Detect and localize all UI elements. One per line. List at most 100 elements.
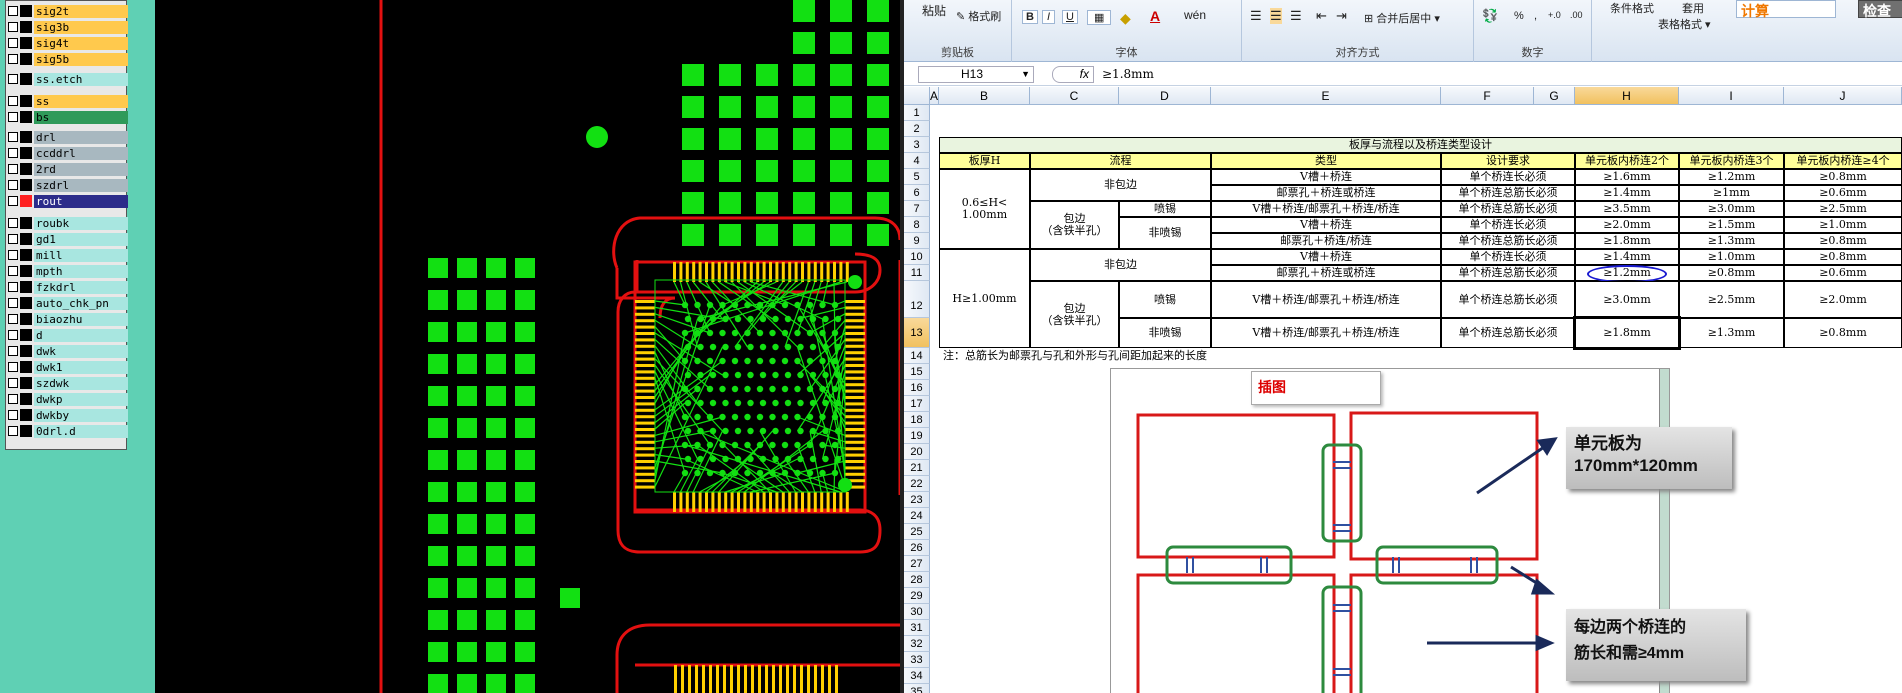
pcb-drawing[interactable]	[155, 0, 900, 693]
row-header[interactable]: 2	[904, 121, 930, 137]
column-header[interactable]: J	[1784, 87, 1902, 105]
header-cell[interactable]: 设计要求	[1441, 153, 1575, 169]
header-cell[interactable]: 板厚H	[939, 153, 1030, 169]
layer-color-swatch[interactable]	[20, 281, 32, 293]
value-cell[interactable]: ≥1mm	[1679, 185, 1784, 201]
process-cell[interactable]: 非喷锡	[1119, 217, 1211, 249]
layer-checkbox[interactable]	[8, 250, 18, 260]
value-cell[interactable]: ≥1.4mm	[1575, 249, 1679, 265]
row-header[interactable]: 30	[904, 604, 930, 620]
row-header[interactable]: 6	[904, 185, 930, 201]
layer-checkbox[interactable]	[8, 330, 18, 340]
process-cell[interactable]: 非喷锡	[1119, 318, 1211, 348]
note-cell[interactable]: 注：总筋长为邮票孔与孔和外形与孔间距加起来的长度	[939, 348, 1439, 364]
requirement-cell[interactable]: 单个桥连总筋长必须	[1441, 281, 1575, 318]
row-header[interactable]: 18	[904, 412, 930, 428]
layer-checkbox[interactable]	[8, 314, 18, 324]
layer-color-swatch[interactable]	[20, 409, 32, 421]
layer-checkbox[interactable]	[8, 282, 18, 292]
value-cell[interactable]: ≥0.8mm	[1784, 169, 1902, 185]
row-header[interactable]: 14	[904, 348, 930, 364]
requirement-cell[interactable]: 单个桥连总筋长必须	[1441, 233, 1575, 249]
row-header[interactable]: 16	[904, 380, 930, 396]
layer-color-swatch[interactable]	[20, 179, 32, 191]
column-header[interactable]: D	[1119, 87, 1211, 105]
layer-row[interactable]: dwkby	[8, 408, 128, 422]
requirement-cell[interactable]: 单个桥连总筋长必须	[1441, 185, 1575, 201]
column-header[interactable]: E	[1211, 87, 1441, 105]
layer-checkbox[interactable]	[8, 378, 18, 388]
layer-checkbox[interactable]	[8, 426, 18, 436]
type-cell[interactable]: V槽＋桥连/邮票孔＋桥连/桥连	[1211, 201, 1441, 217]
column-header[interactable]: A	[930, 87, 939, 105]
layer-row[interactable]: mill	[8, 248, 128, 262]
row-header[interactable]: 7	[904, 201, 930, 217]
row-header[interactable]: 29	[904, 588, 930, 604]
requirement-cell[interactable]: 单个桥连总筋长必须	[1441, 265, 1575, 281]
type-cell[interactable]: V槽＋桥连/邮票孔＋桥连/桥连	[1211, 281, 1441, 318]
requirement-cell[interactable]: 单个桥连长必须	[1441, 249, 1575, 265]
value-cell[interactable]: ≥1.6mm	[1575, 169, 1679, 185]
value-cell[interactable]: ≥1.5mm	[1679, 217, 1784, 233]
layer-row[interactable]: rout	[8, 194, 128, 208]
thickness-cell[interactable]: H≥1.00mm	[939, 249, 1030, 348]
layer-row[interactable]: dwk1	[8, 360, 128, 374]
row-header[interactable]: 34	[904, 668, 930, 684]
value-cell[interactable]: ≥0.8mm	[1679, 265, 1784, 281]
value-cell[interactable]: ≥0.6mm	[1784, 265, 1902, 281]
value-cell[interactable]: ≥0.8mm	[1784, 318, 1902, 348]
type-cell[interactable]: V槽＋桥连	[1211, 217, 1441, 233]
layer-color-swatch[interactable]	[20, 163, 32, 175]
layer-row[interactable]: szdwk	[8, 376, 128, 390]
layer-row[interactable]: szdrl	[8, 178, 128, 192]
row-header[interactable]: 28	[904, 572, 930, 588]
row-header[interactable]: 4	[904, 153, 930, 169]
layer-checkbox[interactable]	[8, 96, 18, 106]
layer-row[interactable]: bs	[8, 110, 128, 124]
layer-checkbox[interactable]	[8, 22, 18, 32]
value-cell[interactable]: ≥2.0mm	[1784, 281, 1902, 318]
process-cell[interactable]: 喷锡	[1119, 201, 1211, 217]
column-header[interactable]: F	[1441, 87, 1534, 105]
layer-row[interactable]: auto_chk_pn	[8, 296, 128, 310]
layer-row[interactable]: sig4t	[8, 36, 128, 50]
row-header[interactable]: 22	[904, 476, 930, 492]
requirement-cell[interactable]: 单个桥连总筋长必须	[1441, 201, 1575, 217]
value-cell[interactable]: ≥1.2mm	[1575, 265, 1679, 281]
row-header[interactable]: 15	[904, 364, 930, 380]
value-cell[interactable]: ≥1.4mm	[1575, 185, 1679, 201]
header-cell[interactable]: 单元板内桥连3个	[1679, 153, 1784, 169]
layer-row[interactable]: dwkp	[8, 392, 128, 406]
layer-color-swatch[interactable]	[20, 377, 32, 389]
value-cell[interactable]: ≥1.3mm	[1679, 233, 1784, 249]
layer-color-swatch[interactable]	[20, 195, 32, 207]
row-header[interactable]: 9	[904, 233, 930, 249]
requirement-cell[interactable]: 单个桥连长必须	[1441, 217, 1575, 233]
layer-color-swatch[interactable]	[20, 361, 32, 373]
layer-row[interactable]: fzkdrl	[8, 280, 128, 294]
layer-row[interactable]: ss	[8, 94, 128, 108]
process-cell[interactable]: 非包边	[1030, 169, 1211, 201]
column-header[interactable]: I	[1679, 87, 1784, 105]
value-cell[interactable]: ≥1.3mm	[1679, 318, 1784, 348]
row-header[interactable]: 25	[904, 524, 930, 540]
type-cell[interactable]: 邮票孔＋桥连或桥连	[1211, 265, 1441, 281]
layer-color-swatch[interactable]	[20, 111, 32, 123]
type-cell[interactable]: 邮票孔＋桥连/桥连	[1211, 233, 1441, 249]
layer-checkbox[interactable]	[8, 362, 18, 372]
layer-color-swatch[interactable]	[20, 95, 32, 107]
row-header[interactable]: 17	[904, 396, 930, 412]
value-cell[interactable]: ≥1.0mm	[1679, 249, 1784, 265]
layer-row[interactable]: roubk	[8, 216, 128, 230]
layer-row[interactable]: 2rd	[8, 162, 128, 176]
layer-checkbox[interactable]	[8, 218, 18, 228]
layer-color-swatch[interactable]	[20, 217, 32, 229]
layer-row[interactable]: ccddrl	[8, 146, 128, 160]
layer-checkbox[interactable]	[8, 38, 18, 48]
layer-row[interactable]: gd1	[8, 232, 128, 246]
requirement-cell[interactable]: 单个桥连总筋长必须	[1441, 318, 1575, 348]
type-cell[interactable]: 邮票孔＋桥连或桥连	[1211, 185, 1441, 201]
illustration-object[interactable]: 插图 单元板为 170mm*120mm 每边两个桥连的 筋长和需≥4mm	[1110, 368, 1746, 693]
layer-checkbox[interactable]	[8, 112, 18, 122]
type-cell[interactable]: V槽＋桥连	[1211, 169, 1441, 185]
